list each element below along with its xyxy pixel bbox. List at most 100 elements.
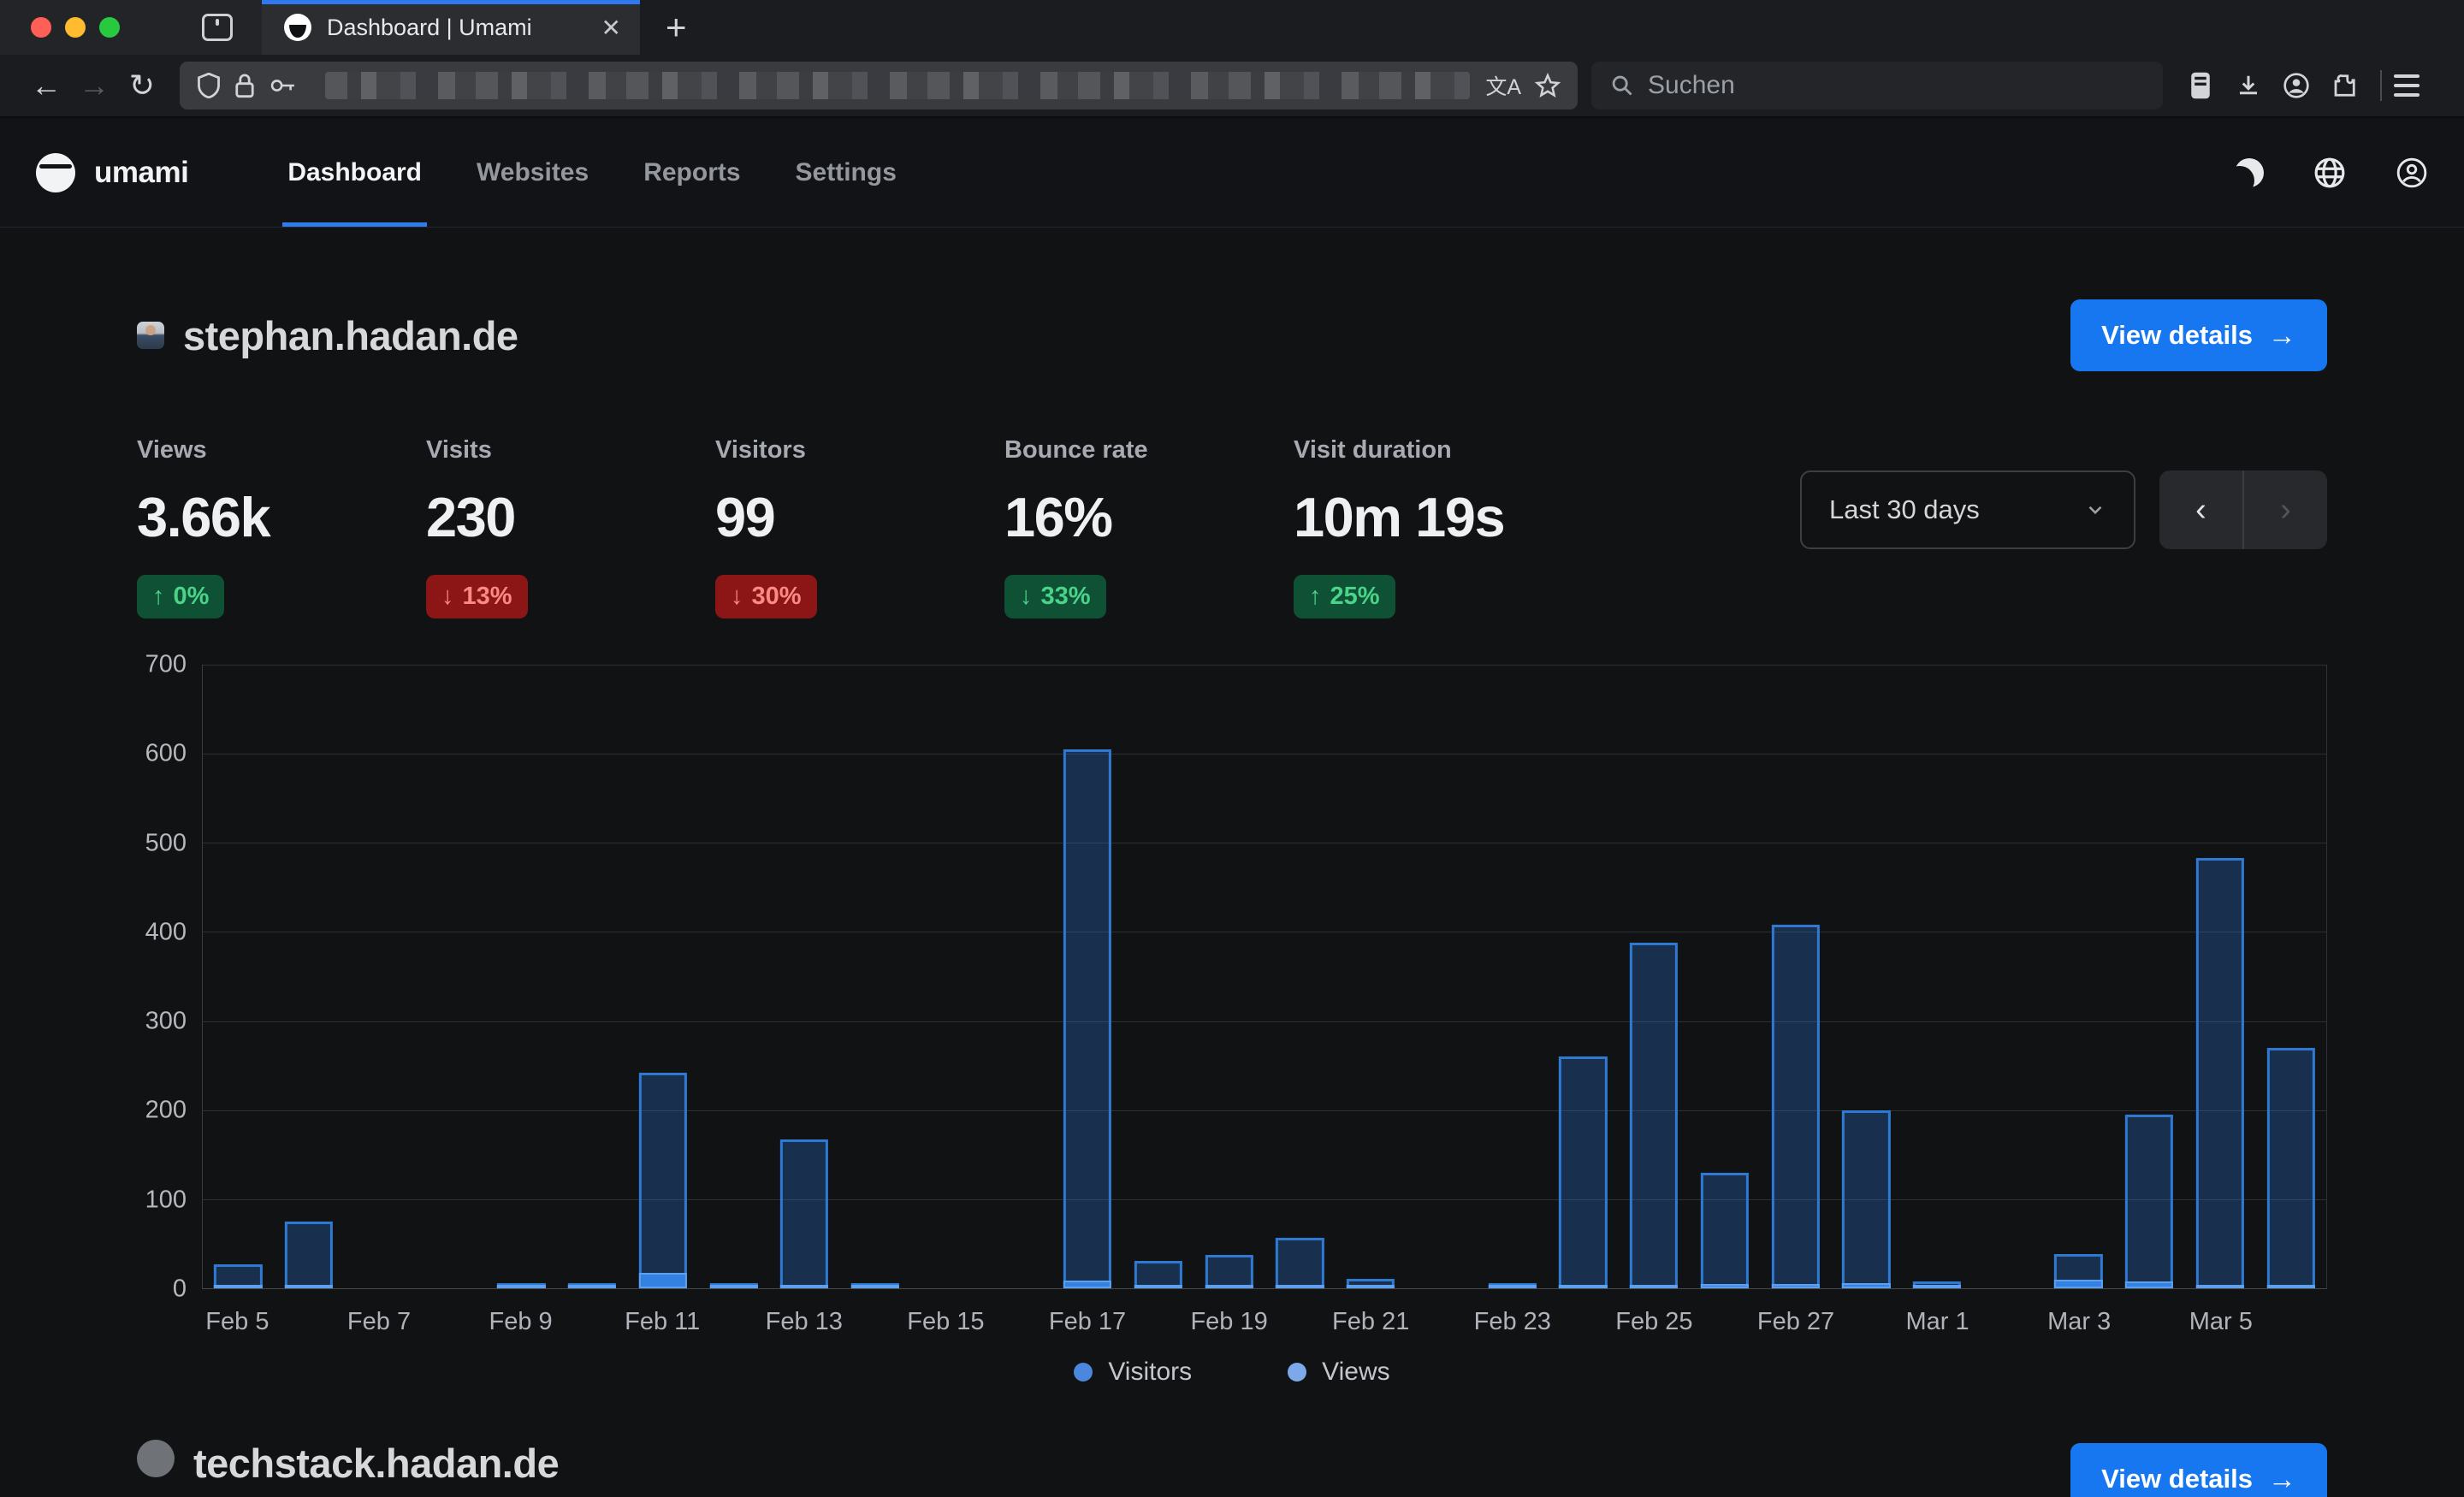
account-icon[interactable]	[2272, 72, 2320, 99]
sidebar-toggle-icon[interactable]	[202, 14, 233, 41]
x-tick-feb-7: Feb 7	[347, 1308, 411, 1336]
legend-label: Visitors	[1108, 1358, 1192, 1387]
bar-views-feb-17[interactable]	[1063, 749, 1111, 1288]
bar-visitors-feb-5[interactable]	[214, 1285, 262, 1288]
metric-label: Views	[137, 436, 426, 464]
menu-icon[interactable]	[2394, 74, 2442, 97]
bar-visitors-mar-5[interactable]	[2196, 1285, 2244, 1288]
maximize-window-button[interactable]	[99, 17, 120, 38]
chart-slot-feb-27	[1760, 665, 1831, 1288]
umami-favicon	[284, 14, 311, 41]
reload-button[interactable]: ↻	[118, 68, 166, 104]
app-navbar: umami DashboardWebsitesReportsSettings	[0, 118, 2464, 228]
view-details-button[interactable]: View details →	[2070, 299, 2327, 371]
bar-views-mar-5[interactable]	[2196, 858, 2244, 1288]
bar-views-feb-6[interactable]	[285, 1222, 333, 1288]
bar-visitors-feb-27[interactable]	[1771, 1284, 1819, 1288]
bar-visitors-feb-12[interactable]	[709, 1285, 757, 1288]
metric-change-badge: ↓33%	[1004, 575, 1106, 618]
arrow-up-icon: ↑	[1309, 583, 1322, 611]
bar-visitors-feb-21[interactable]	[1347, 1285, 1395, 1288]
bar-visitors-mar-4[interactable]	[2125, 1281, 2173, 1288]
bar-views-feb-27[interactable]	[1771, 925, 1819, 1288]
bookmark-star-icon[interactable]	[1535, 73, 1561, 98]
bar-views-feb-13[interactable]	[780, 1139, 828, 1288]
bar-visitors-mar-3[interactable]	[2054, 1280, 2102, 1288]
nav-item-reports[interactable]: Reports	[616, 118, 767, 227]
bar-visitors-feb-13[interactable]	[780, 1285, 828, 1288]
bar-views-feb-24[interactable]	[1559, 1056, 1607, 1288]
new-tab-button[interactable]: +	[666, 9, 687, 45]
bar-views-mar-4[interactable]	[2125, 1115, 2173, 1288]
y-tick-300: 300	[145, 1008, 187, 1036]
bar-views-mar-6[interactable]	[2267, 1048, 2315, 1288]
x-tick-feb-5: Feb 5	[205, 1308, 269, 1336]
bar-visitors-feb-11[interactable]	[639, 1273, 687, 1288]
downloads-icon[interactable]	[2224, 73, 2272, 98]
bar-views-feb-20[interactable]	[1276, 1238, 1324, 1288]
tab-close-icon[interactable]: ✕	[601, 14, 621, 42]
bar-visitors-feb-17[interactable]	[1063, 1281, 1111, 1288]
bar-views-feb-28[interactable]	[1842, 1110, 1890, 1288]
next-view-details-button[interactable]: View details →	[2070, 1443, 2327, 1497]
next-view-details-label: View details	[2101, 1464, 2253, 1494]
nav-item-dashboard[interactable]: Dashboard	[260, 118, 449, 227]
key-icon[interactable]	[269, 74, 296, 97]
metric-change-value: 25%	[1330, 583, 1380, 611]
brand[interactable]: umami	[36, 118, 188, 227]
legend-item-views[interactable]: Views	[1288, 1358, 1389, 1387]
x-tick-feb-13: Feb 13	[766, 1308, 843, 1336]
metric-value: 3.66k	[137, 485, 426, 549]
nav-item-settings[interactable]: Settings	[768, 118, 924, 227]
close-window-button[interactable]	[31, 17, 51, 38]
arrow-right-icon: →	[2268, 319, 2296, 352]
brand-name: umami	[94, 156, 188, 190]
browser-tab[interactable]: Dashboard | Umami ✕	[262, 0, 640, 55]
bar-visitors-feb-10[interactable]	[568, 1285, 616, 1288]
date-pager: ‹ ›	[2159, 470, 2327, 549]
bar-views-feb-11[interactable]	[639, 1073, 687, 1288]
translate-icon[interactable]: 文A	[1485, 70, 1521, 101]
metric-label: Bounce rate	[1004, 436, 1294, 464]
next-period-button: ›	[2242, 470, 2327, 549]
nav-item-websites[interactable]: Websites	[449, 118, 616, 227]
bar-visitors-feb-25[interactable]	[1630, 1285, 1678, 1288]
legend-dot-icon	[1074, 1363, 1093, 1382]
y-tick-600: 600	[145, 740, 187, 768]
bar-visitors-mar-1[interactable]	[1913, 1285, 1961, 1288]
bar-visitors-feb-19[interactable]	[1205, 1285, 1253, 1288]
bar-views-feb-26[interactable]	[1701, 1173, 1749, 1288]
bar-visitors-feb-14[interactable]	[851, 1285, 899, 1288]
minimize-window-button[interactable]	[65, 17, 86, 38]
bar-visitors-feb-6[interactable]	[285, 1285, 333, 1288]
legend-item-visitors[interactable]: Visitors	[1074, 1358, 1192, 1387]
bar-visitors-feb-24[interactable]	[1559, 1285, 1607, 1288]
bar-views-feb-25[interactable]	[1630, 943, 1678, 1288]
shield-icon[interactable]	[197, 73, 221, 98]
search-bar[interactable]: Suchen	[1591, 62, 2163, 109]
prev-period-button[interactable]: ‹	[2159, 470, 2242, 549]
back-button[interactable]: ←	[22, 68, 70, 104]
language-globe-icon[interactable]	[2313, 157, 2346, 189]
y-tick-700: 700	[145, 651, 187, 679]
url-bar[interactable]: 文A	[180, 62, 1578, 109]
lock-icon[interactable]	[234, 73, 255, 98]
bar-visitors-feb-23[interactable]	[1488, 1285, 1536, 1288]
profile-icon[interactable]	[2396, 157, 2428, 189]
date-range-dropdown[interactable]: Last 30 days	[1800, 470, 2135, 549]
bar-visitors-mar-6[interactable]	[2267, 1285, 2315, 1288]
bar-visitors-feb-18[interactable]	[1134, 1285, 1182, 1288]
y-tick-400: 400	[145, 918, 187, 946]
bar-visitors-feb-28[interactable]	[1842, 1283, 1890, 1288]
bar-visitors-feb-26[interactable]	[1701, 1284, 1749, 1288]
chart-slot-feb-9	[486, 665, 557, 1288]
theme-moon-icon[interactable]	[2235, 158, 2264, 187]
chart-slot-feb-23	[1477, 665, 1548, 1288]
extensions-icon[interactable]	[2320, 73, 2368, 98]
x-tick-feb-9: Feb 9	[489, 1308, 553, 1336]
chart-slot-feb-17	[1052, 665, 1123, 1288]
bar-visitors-feb-20[interactable]	[1276, 1285, 1324, 1288]
bar-views-feb-19[interactable]	[1205, 1255, 1253, 1288]
firefox-view-icon[interactable]	[2177, 71, 2224, 100]
bar-visitors-feb-9[interactable]	[497, 1285, 545, 1288]
